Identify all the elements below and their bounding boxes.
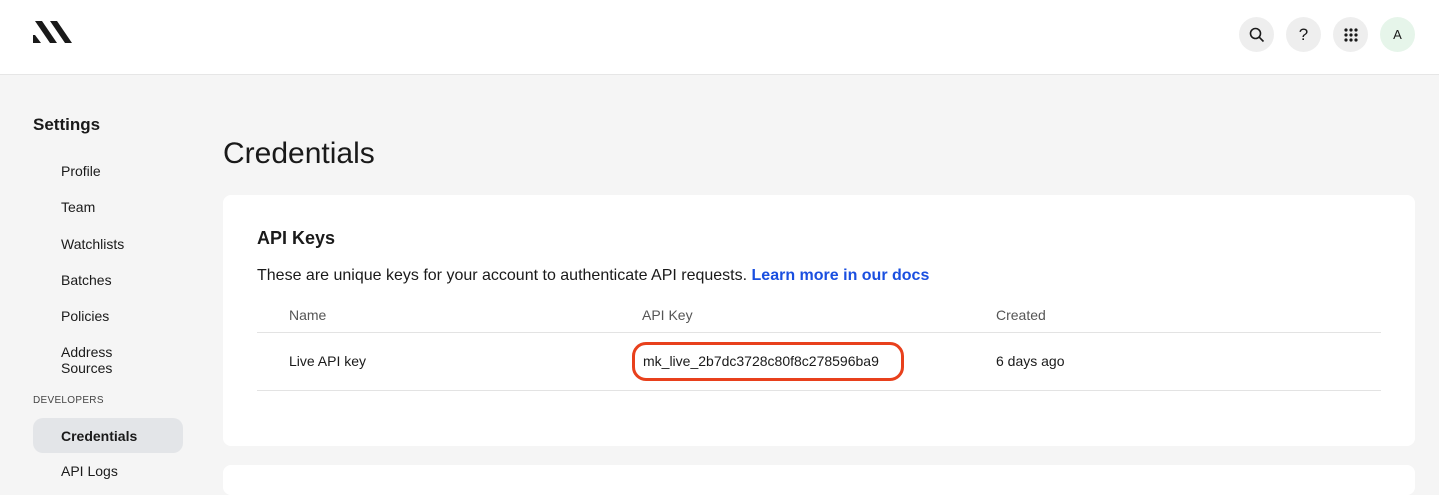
column-header-name: Name <box>289 307 327 323</box>
card-description: These are unique keys for your account t… <box>257 267 929 285</box>
avatar-initial: A <box>1393 27 1402 42</box>
grid-icon <box>1343 27 1358 42</box>
sidebar-item-watchlists[interactable]: Watchlists <box>61 236 181 252</box>
docs-link[interactable]: Learn more in our docs <box>752 267 930 284</box>
secondary-card <box>223 465 1415 495</box>
key-name-cell: Live API key <box>289 353 367 369</box>
description-text: These are unique keys for your account t… <box>257 267 748 284</box>
card-title: API Keys <box>257 228 336 248</box>
created-cell: 6 days ago <box>996 353 1065 369</box>
table-header: Name API Key Created <box>257 299 1381 333</box>
header-actions: ? A <box>1239 17 1415 52</box>
help-icon: ? <box>1298 24 1309 44</box>
search-button[interactable] <box>1239 17 1274 52</box>
sidebar-title: Settings <box>33 115 101 134</box>
table-row[interactable]: Live API key mk_live_2b7dc3728c80f8c2785… <box>257 333 1381 391</box>
help-button[interactable]: ? <box>1286 17 1321 52</box>
page-title: Credentials <box>223 137 375 170</box>
sidebar-item-profile[interactable]: Profile <box>61 163 181 179</box>
sidebar-item-batches[interactable]: Batches <box>61 272 181 288</box>
sidebar-item-policies[interactable]: Policies <box>61 308 181 324</box>
api-keys-card: API Keys These are unique keys for your … <box>223 195 1415 446</box>
column-header-created: Created <box>996 307 1046 323</box>
sidebar-item-label: Credentials <box>61 428 138 444</box>
column-header-api-key: API Key <box>642 307 693 323</box>
section-label-developers: DEVELOPERS <box>33 395 104 406</box>
api-key-value[interactable]: mk_live_2b7dc3728c80f8c278596ba9 <box>643 353 879 369</box>
sidebar-item-team[interactable]: Team <box>61 199 181 215</box>
sidebar-item-credentials[interactable]: Credentials <box>33 418 183 453</box>
api-keys-table: Name API Key Created Live API key mk_liv… <box>257 299 1381 391</box>
avatar[interactable]: A <box>1380 17 1415 52</box>
top-bar: ? A <box>0 0 1439 75</box>
sidebar-item-api-logs[interactable]: API Logs <box>61 463 181 479</box>
apps-button[interactable] <box>1333 17 1368 52</box>
sidebar-item-address-sources[interactable]: Address Sources <box>61 344 131 376</box>
brand-logo-icon[interactable] <box>33 21 73 43</box>
search-icon <box>1249 27 1264 42</box>
